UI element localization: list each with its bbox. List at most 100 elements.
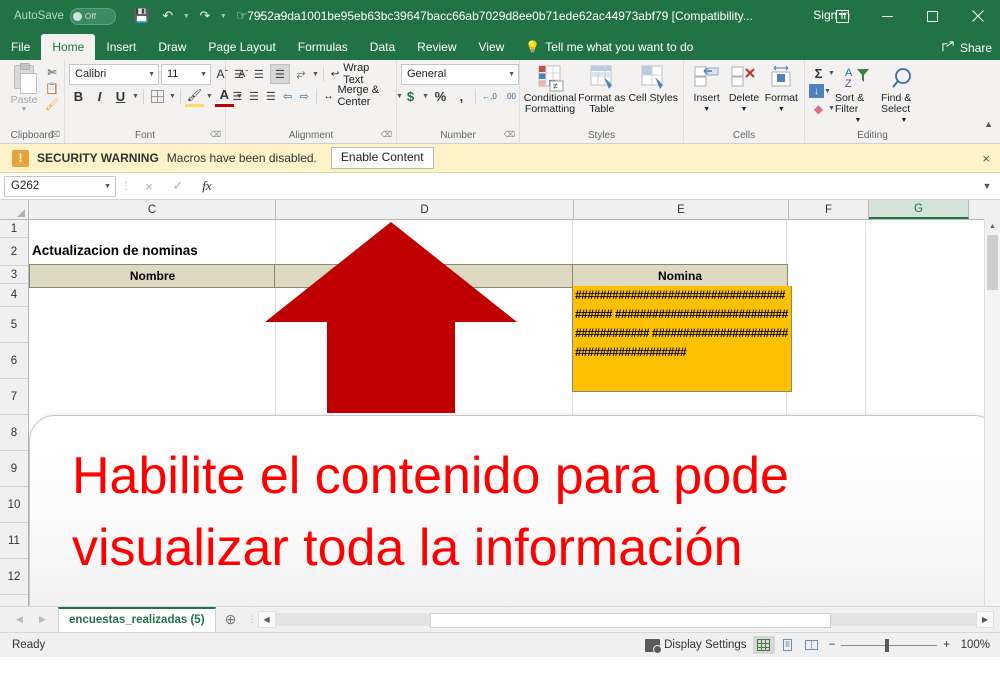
number-dialog-launcher-icon[interactable]: ⌫ [504,128,515,142]
column-header-d[interactable]: D [276,200,574,219]
undo-icon[interactable]: ↶ [156,4,180,28]
scroll-right-icon[interactable]: ▶ [976,611,994,628]
cut-icon[interactable]: ✄ [44,65,60,80]
normal-view-icon[interactable] [753,636,775,654]
comma-style-icon[interactable]: , [452,87,471,106]
horizontal-scroll-track[interactable] [276,613,976,626]
zoom-level-label[interactable]: 100% [956,639,990,651]
scroll-left-icon[interactable]: ◀ [258,611,276,628]
borders-chevron-down-icon[interactable]: ▼ [169,93,176,100]
tab-formulas[interactable]: Formulas [287,34,359,60]
font-dialog-launcher-icon[interactable]: ⌫ [210,128,221,142]
tab-home[interactable]: Home [41,34,95,60]
fill-color-chevron-down-icon[interactable]: ▼ [206,93,213,100]
copy-icon[interactable]: 📋 [44,81,60,96]
font-name-chevron-down-icon[interactable]: ▼ [148,71,155,78]
insert-cells-button[interactable]: Insert ▼ [688,63,725,115]
italic-icon[interactable]: I [90,87,109,106]
decrease-decimal-icon[interactable]: .00 [501,87,520,106]
conditional-formatting-button[interactable]: ≠ Conditional Formatting [524,63,576,115]
clipboard-dialog-launcher-icon[interactable]: ⌫ [49,128,60,142]
page-layout-view-icon[interactable] [777,636,799,654]
cell-nomina-overflow[interactable]: ########################################… [572,286,792,392]
format-cells-button[interactable]: Format ▼ [763,63,800,115]
tab-view[interactable]: View [468,34,516,60]
zoom-thumb[interactable] [885,639,889,652]
undo-chevron-down-icon[interactable]: ▼ [182,13,191,20]
row-header-9[interactable]: 9 [0,451,28,487]
column-header-f[interactable]: F [789,200,869,219]
underline-icon[interactable]: U [111,87,130,106]
autosave-switch[interactable]: Off [70,8,116,25]
ribbon-display-options-icon[interactable] [820,0,865,32]
fill-chevron-down-icon[interactable]: ▼ [824,88,831,95]
sheet-tab-encuestas[interactable]: encuestas_realizadas (5) [58,607,216,632]
add-sheet-icon[interactable]: ⊕ [216,611,246,628]
tell-me-search[interactable]: 💡 Tell me what you want to do [515,34,693,60]
scroll-up-icon[interactable]: ▲ [985,219,1000,234]
enter-formula-icon[interactable]: ✓ [165,176,191,196]
column-header-e[interactable]: E [574,200,789,219]
align-middle-icon[interactable]: ☰ [250,65,268,83]
font-size-combo[interactable]: 11 ▼ [161,64,211,85]
align-center-icon[interactable]: ☰ [247,87,262,105]
minimize-icon[interactable] [865,0,910,32]
autosum-chevron-down-icon[interactable]: ▼ [828,70,835,77]
align-bottom-icon[interactable]: ☰ [270,64,290,84]
sort-filter-button[interactable]: A Z Sort & Filter ▼ [835,63,881,126]
row-header-2[interactable]: 2 [0,238,28,266]
increase-indent-icon[interactable]: ⇨ [297,87,312,105]
fill-color-icon[interactable]: 🖌 [185,85,204,107]
row-header-13[interactable]: 13 [0,595,28,606]
delete-cells-button[interactable]: Delete ▼ [725,63,762,115]
accounting-chevron-down-icon[interactable]: ▼ [422,93,429,100]
select-all-corner[interactable] [0,200,29,219]
accounting-format-icon[interactable]: $ [401,87,420,106]
tab-insert[interactable]: Insert [95,34,147,60]
delete-chevron-down-icon[interactable]: ▼ [741,104,748,115]
maximize-icon[interactable] [910,0,955,32]
horizontal-scroll-thumb[interactable] [430,613,831,628]
zoom-slider[interactable] [841,638,937,652]
number-format-chevron-down-icon[interactable]: ▼ [508,71,515,78]
display-settings-button[interactable]: Display Settings [645,639,746,652]
tab-review[interactable]: Review [406,34,467,60]
increase-decimal-icon[interactable]: ←.0 [480,87,499,106]
find-select-chevron-down-icon[interactable]: ▼ [900,115,907,126]
row-header-5[interactable]: 5 [0,307,28,343]
row-header-3[interactable]: 3 [0,266,28,284]
horizontal-scrollbar[interactable]: ◀ ▶ [258,612,994,627]
tab-page-layout[interactable]: Page Layout [197,34,286,60]
collapse-ribbon-icon[interactable]: ▲ [984,119,993,129]
sort-filter-chevron-down-icon[interactable]: ▼ [854,115,861,126]
tab-data[interactable]: Data [359,34,406,60]
name-box-chevron-down-icon[interactable]: ▼ [104,183,111,190]
column-header-c[interactable]: C [29,200,276,219]
row-header-7[interactable]: 7 [0,379,28,415]
redo-chevron-down-icon[interactable]: ▼ [219,13,228,20]
formula-bar-grip[interactable]: ⋮ [119,181,133,192]
paste-button[interactable]: Paste ▼ [4,65,44,113]
enable-content-button[interactable]: Enable Content [331,147,434,169]
row-header-1[interactable]: 1 [0,220,28,238]
align-top-icon[interactable]: ☰ [230,65,248,83]
orientation-chevron-down-icon[interactable]: ▼ [312,71,319,78]
number-format-combo[interactable]: General ▼ [401,64,519,85]
cell-title-actualizacion[interactable]: Actualizacion de nominas [32,237,198,264]
font-size-chevron-down-icon[interactable]: ▼ [200,71,207,78]
autosave-toggle[interactable]: AutoSave Off [14,8,116,25]
tab-draw[interactable]: Draw [147,34,197,60]
paste-chevron-down-icon[interactable]: ▼ [21,106,28,113]
tab-split-handle[interactable]: ⋮ [246,614,258,625]
autosum-icon[interactable]: Σ [809,64,828,83]
column-header-g[interactable]: G [869,200,969,219]
decrease-indent-icon[interactable]: ⇦ [280,87,295,105]
alignment-dialog-launcher-icon[interactable]: ⌫ [381,128,392,142]
insert-chevron-down-icon[interactable]: ▼ [703,104,710,115]
share-button[interactable]: Share [942,40,992,56]
sheet-nav-next-icon[interactable]: ▶ [39,614,46,625]
insert-function-icon[interactable]: fx [194,176,220,196]
touch-chevron-down-icon[interactable]: ▼ [256,13,265,20]
find-select-button[interactable]: Find & Select ▼ [881,63,927,126]
cell-header-nomina[interactable]: Nomina [572,264,788,288]
